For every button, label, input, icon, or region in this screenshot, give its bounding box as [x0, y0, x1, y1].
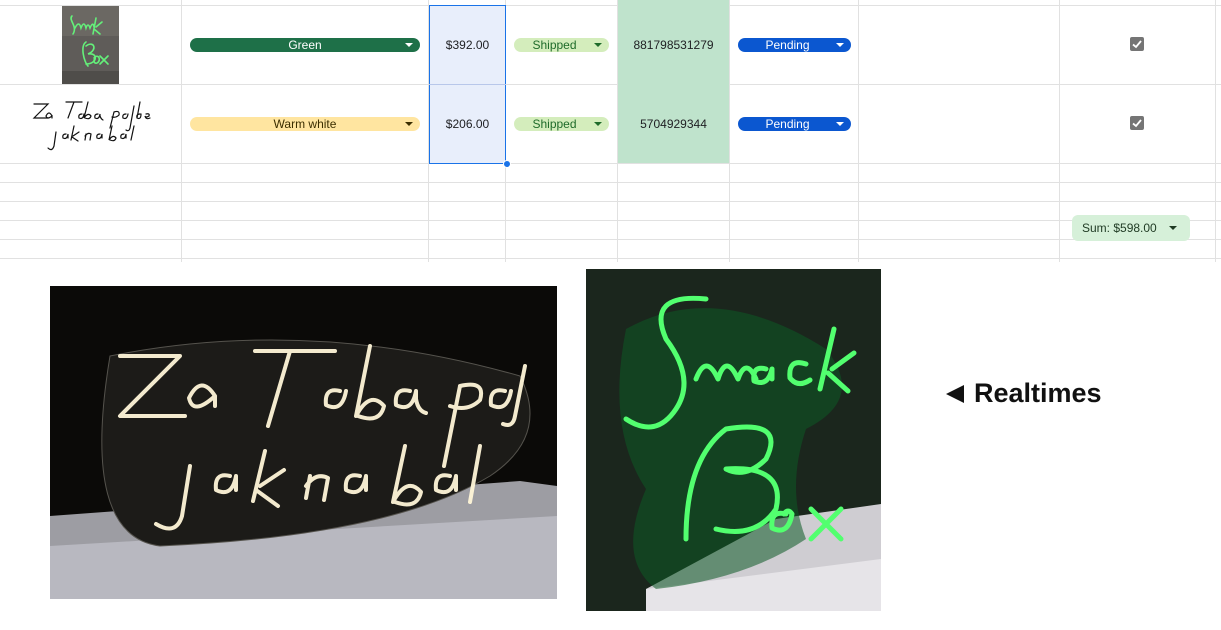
color-dropdown-chip[interactable]: Green: [190, 38, 420, 52]
grid-line: [429, 84, 506, 85]
tracking-number-cell[interactable]: 5704929344: [618, 117, 729, 131]
payment-status-chip[interactable]: Pending: [738, 117, 851, 131]
color-value: Green: [288, 38, 322, 52]
shipping-status-value: Shipped: [532, 38, 577, 52]
grid-line: [181, 0, 182, 262]
green-neon-photo: [586, 269, 881, 611]
grid-line: [1215, 0, 1216, 262]
grid-line: [0, 5, 1221, 6]
selection-sum-chip[interactable]: Sum: $598.00: [1072, 215, 1190, 241]
price-cell[interactable]: $392.00: [430, 38, 505, 52]
chevron-down-icon: [594, 122, 602, 126]
grid-line: [0, 239, 1221, 240]
grid-line: [0, 201, 1221, 202]
grid-line: [0, 258, 1221, 259]
grid-line: [0, 220, 1221, 221]
warm-white-neon-photo: [50, 286, 557, 599]
row-checkbox[interactable]: [1130, 37, 1144, 51]
tracking-column-highlight: [618, 0, 729, 163]
row-checkbox[interactable]: [1130, 116, 1144, 130]
product-image-snack-box[interactable]: [62, 6, 119, 84]
grid-line: [1059, 0, 1060, 262]
color-value: Warm white: [273, 117, 337, 131]
payment-status-value: Pending: [765, 117, 810, 131]
caption-text: Realtimes: [974, 378, 1102, 408]
grid-line: [858, 0, 859, 262]
product-image-script-text[interactable]: [22, 92, 162, 156]
tracking-number-cell[interactable]: 881798531279: [618, 38, 729, 52]
grid-line: [0, 163, 1221, 164]
chevron-down-icon: [836, 122, 844, 126]
check-icon: [1132, 40, 1142, 49]
chevron-down-icon: [405, 122, 413, 126]
chevron-down-icon: [1169, 226, 1177, 230]
color-dropdown-chip[interactable]: Warm white: [190, 117, 420, 131]
shipping-status-chip[interactable]: Shipped: [514, 117, 609, 131]
grid-line: [0, 84, 1221, 85]
shipping-status-value: Shipped: [532, 117, 577, 131]
chevron-down-icon: [405, 43, 413, 47]
spreadsheet-grid: Green $392.00 Shipped 881798531279 Pendi…: [0, 0, 1221, 262]
shipping-status-chip[interactable]: Shipped: [514, 38, 609, 52]
fill-handle[interactable]: [503, 160, 511, 168]
check-icon: [1132, 119, 1142, 128]
grid-line: [0, 182, 1221, 183]
realtimes-caption: Realtimes: [946, 378, 1102, 409]
chevron-down-icon: [594, 43, 602, 47]
price-cell[interactable]: $206.00: [430, 117, 505, 131]
sum-label: Sum: $598.00: [1082, 221, 1157, 235]
payment-status-chip[interactable]: Pending: [738, 38, 851, 52]
payment-status-value: Pending: [765, 38, 810, 52]
chevron-down-icon: [836, 43, 844, 47]
triangle-left-icon: [946, 385, 964, 403]
grid-line: [729, 0, 730, 262]
